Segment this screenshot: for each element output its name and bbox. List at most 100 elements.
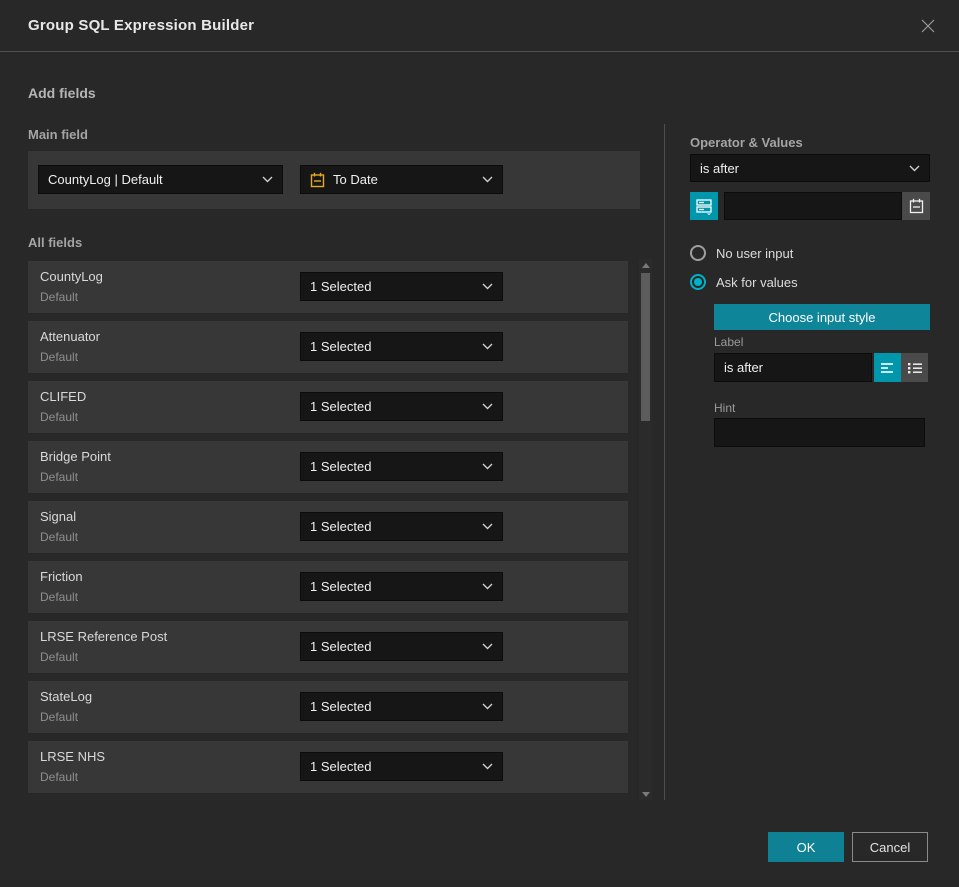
main-field-date-dropdown[interactable]: To Date bbox=[300, 165, 503, 194]
field-row-lrse-reference-post: LRSE Reference Post Default 1 Selected bbox=[28, 621, 628, 673]
scroll-up-button[interactable] bbox=[639, 259, 652, 271]
bulleted-list-icon bbox=[907, 362, 922, 373]
single-value-style-button[interactable] bbox=[874, 353, 901, 382]
field-name: Bridge Point bbox=[40, 449, 111, 464]
field-name: Friction bbox=[40, 569, 83, 584]
stacked-rows-icon bbox=[696, 199, 712, 215]
field-selection-dropdown[interactable]: 1 Selected bbox=[300, 572, 503, 601]
radio-selected-icon bbox=[690, 274, 706, 290]
field-name: Attenuator bbox=[40, 329, 100, 344]
field-selection-dropdown[interactable]: 1 Selected bbox=[300, 512, 503, 541]
selection-count: 1 Selected bbox=[310, 279, 372, 294]
chevron-down-icon bbox=[482, 176, 493, 183]
chevron-down-icon bbox=[482, 523, 493, 530]
dialog-title: Group SQL Expression Builder bbox=[28, 17, 255, 34]
chevron-down-icon bbox=[482, 283, 493, 290]
field-selection-dropdown[interactable]: 1 Selected bbox=[300, 752, 503, 781]
chevron-down-icon bbox=[482, 643, 493, 650]
hint-field-label: Hint bbox=[714, 401, 736, 415]
scrollbar-thumb[interactable] bbox=[641, 273, 650, 421]
operator-values-title: Operator & Values bbox=[690, 135, 803, 150]
scroll-down-button[interactable] bbox=[639, 788, 652, 800]
triangle-down-icon bbox=[641, 791, 650, 797]
selection-count: 1 Selected bbox=[310, 339, 372, 354]
main-field-panel: CountyLog | Default To Date bbox=[28, 151, 640, 209]
chevron-down-icon bbox=[482, 763, 493, 770]
label-input[interactable] bbox=[714, 353, 872, 382]
triangle-up-icon bbox=[641, 262, 650, 268]
field-row-clifed: CLIFED Default 1 Selected bbox=[28, 381, 628, 433]
field-row-countylog: CountyLog Default 1 Selected bbox=[28, 261, 628, 313]
field-sublabel: Default bbox=[40, 770, 79, 784]
field-selection-dropdown[interactable]: 1 Selected bbox=[300, 332, 503, 361]
field-row-attenuator: Attenuator Default 1 Selected bbox=[28, 321, 628, 373]
chevron-down-icon bbox=[482, 343, 493, 350]
selection-count: 1 Selected bbox=[310, 399, 372, 414]
field-row-bridge-point: Bridge Point Default 1 Selected bbox=[28, 441, 628, 493]
panel-divider bbox=[664, 124, 665, 800]
radio-label: No user input bbox=[716, 245, 794, 261]
field-sublabel: Default bbox=[40, 410, 79, 424]
group-sql-expression-builder-dialog: Group SQL Expression Builder Add fields … bbox=[0, 0, 959, 887]
field-selection-dropdown[interactable]: 1 Selected bbox=[300, 392, 503, 421]
selection-count: 1 Selected bbox=[310, 459, 372, 474]
value-date-input[interactable] bbox=[724, 192, 902, 220]
field-selection-dropdown[interactable]: 1 Selected bbox=[300, 272, 503, 301]
add-fields-heading: Add fields bbox=[28, 85, 96, 101]
chevron-down-icon bbox=[262, 176, 273, 183]
operator-value: is after bbox=[700, 160, 740, 176]
field-name: LRSE NHS bbox=[40, 749, 106, 764]
value-input-row bbox=[690, 192, 930, 220]
selection-count: 1 Selected bbox=[310, 519, 372, 534]
chevron-down-icon bbox=[482, 703, 493, 710]
close-icon bbox=[921, 19, 935, 32]
chevron-down-icon bbox=[482, 583, 493, 590]
main-field-dropdown-value: CountyLog | Default bbox=[48, 172, 163, 187]
label-field-label: Label bbox=[714, 335, 744, 349]
field-row-friction: Friction Default 1 Selected bbox=[28, 561, 628, 613]
selection-count: 1 Selected bbox=[310, 759, 372, 774]
chevron-down-icon bbox=[482, 403, 493, 410]
date-picker-button[interactable] bbox=[902, 192, 930, 220]
chevron-down-icon bbox=[482, 463, 493, 470]
field-selection-dropdown[interactable]: 1 Selected bbox=[300, 452, 503, 481]
dialog-titlebar: Group SQL Expression Builder bbox=[0, 0, 959, 52]
radio-ask-for-values[interactable]: Ask for values bbox=[690, 274, 798, 290]
field-sublabel: Default bbox=[40, 350, 79, 364]
list-style-button[interactable] bbox=[901, 353, 928, 382]
field-sublabel: Default bbox=[40, 290, 79, 304]
selection-count: 1 Selected bbox=[310, 699, 372, 714]
radio-no-user-input[interactable]: No user input bbox=[690, 245, 793, 261]
cancel-button[interactable]: Cancel bbox=[852, 832, 928, 862]
input-style-toggle bbox=[874, 353, 928, 382]
field-name: CLIFED bbox=[40, 389, 87, 404]
all-fields-list: CountyLog Default 1 Selected Attenuator … bbox=[28, 261, 628, 793]
main-field-label: Main field bbox=[28, 127, 88, 142]
close-button[interactable] bbox=[915, 13, 941, 39]
main-field-dropdown[interactable]: CountyLog | Default bbox=[38, 165, 283, 194]
list-scrollbar[interactable] bbox=[639, 259, 652, 800]
field-name: StateLog bbox=[40, 689, 93, 704]
choose-input-style-button[interactable]: Choose input style bbox=[714, 304, 930, 330]
radio-unselected-icon bbox=[690, 245, 706, 261]
field-row-signal: Signal Default 1 Selected bbox=[28, 501, 628, 553]
field-name: LRSE Reference Post bbox=[40, 629, 168, 644]
main-field-date-value: To Date bbox=[333, 172, 378, 187]
chevron-down-icon bbox=[909, 165, 920, 172]
field-selection-dropdown[interactable]: 1 Selected bbox=[300, 692, 503, 721]
hint-input[interactable] bbox=[714, 418, 925, 447]
field-name: CountyLog bbox=[40, 269, 103, 284]
field-name: Signal bbox=[40, 509, 77, 524]
field-selection-dropdown[interactable]: 1 Selected bbox=[300, 632, 503, 661]
value-source-button[interactable] bbox=[690, 192, 718, 220]
field-sublabel: Default bbox=[40, 590, 79, 604]
field-sublabel: Default bbox=[40, 710, 79, 724]
selection-count: 1 Selected bbox=[310, 639, 372, 654]
ok-button[interactable]: OK bbox=[768, 832, 844, 862]
field-row-lrse-nhs: LRSE NHS Default 1 Selected bbox=[28, 741, 628, 793]
calendar-icon bbox=[909, 198, 923, 214]
all-fields-label: All fields bbox=[28, 235, 83, 250]
radio-label: Ask for values bbox=[716, 274, 798, 290]
operator-dropdown[interactable]: is after bbox=[690, 154, 930, 182]
calendar-icon bbox=[310, 172, 325, 188]
